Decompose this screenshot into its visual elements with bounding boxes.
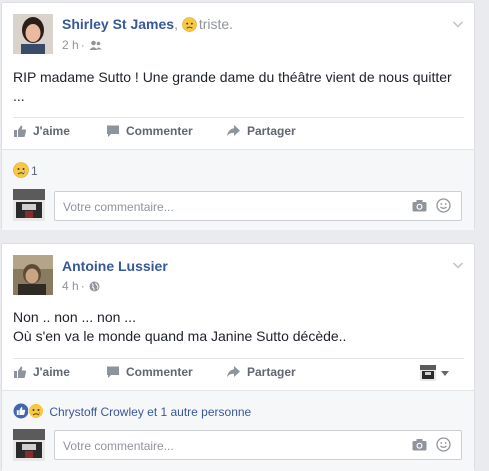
comment-icon [107,366,119,378]
emoji-icon[interactable] [436,198,451,218]
post-text-line: ... [13,88,25,104]
post-meta: 2 h · [62,38,102,54]
comment-input-box[interactable] [54,191,462,221]
post-text-line: Non .. non ... non ... [13,309,136,325]
post-card-1: Shirley St James, triste. 2 h · RIP madam… [1,2,475,230]
post-options-chevron-icon[interactable] [452,258,464,270]
post-actions: J'aime Commenter Partager [13,358,464,389]
react-as-selector[interactable] [420,364,454,382]
emoji-icon[interactable] [436,437,451,457]
post-time[interactable]: 4 h [62,279,79,293]
reaction-count: 1 [31,164,38,178]
dropdown-caret-icon [441,371,449,376]
share-label: Partager [247,124,296,138]
globe-icon[interactable] [89,281,100,295]
share-label: Partager [247,365,296,379]
comment-input[interactable] [61,197,395,217]
post-card-2: Antoine Lussier 4 h · Non .. non ... non … [1,243,475,471]
share-arrow-icon [227,125,240,137]
post-meta: 4 h · [62,279,100,295]
post-text-line: RIP madame Sutto ! Une grande dame du th… [13,69,452,85]
feeling-text: triste. [198,16,234,32]
post-time[interactable]: 2 h [62,38,79,52]
post-header: Antoine Lussier [62,258,168,274]
share-button[interactable]: Partager [226,124,296,138]
comment-input-box[interactable] [54,430,462,460]
author-name[interactable]: Antoine Lussier [62,258,168,274]
post-text: Non .. non ... non ... Où s'en va le mon… [13,308,464,346]
viewer-avatar[interactable] [13,189,45,221]
comment-composer [2,426,474,470]
thumbs-up-icon [14,366,27,378]
comment-input[interactable] [61,436,395,456]
post-text: RIP madame Sutto ! Une grande dame du th… [13,68,464,106]
author-avatar[interactable] [13,14,53,54]
reactions-summary[interactable]: 1 [13,162,38,181]
author-name[interactable]: Shirley St James [62,16,174,32]
like-reaction-icon [13,403,29,422]
sad-reaction-icon [28,403,44,422]
post-header: Shirley St James, triste. [62,16,233,35]
sad-emoji-icon [182,17,197,35]
like-label: J'aime [33,365,70,379]
comment-label: Commenter [126,365,193,379]
like-label: J'aime [33,124,70,138]
comment-button[interactable]: Commenter [106,124,193,138]
post-actions: J'aime Commenter Partager [13,117,464,148]
comment-button[interactable]: Commenter [106,365,193,379]
reactions-names[interactable]: Chrystoff Crowley et 1 autre personne [49,405,251,419]
post-text-line: Où s'en va le monde quand ma Janine Sutt… [13,328,347,344]
sad-reaction-icon [13,162,29,181]
thumbs-up-icon [14,125,27,137]
share-arrow-icon [227,366,240,378]
like-button[interactable]: J'aime [13,365,70,379]
reactions-summary[interactable]: Chrystoff Crowley et 1 autre personne [13,403,251,422]
like-button[interactable]: J'aime [13,124,70,138]
camera-icon[interactable] [412,199,427,217]
friends-icon[interactable] [89,40,102,54]
author-avatar[interactable] [13,255,53,295]
comment-icon [107,125,119,137]
share-button[interactable]: Partager [226,365,296,379]
post-options-chevron-icon[interactable] [452,17,464,29]
viewer-avatar[interactable] [13,429,45,461]
comment-label: Commenter [126,124,193,138]
comment-composer [2,187,474,227]
camera-icon[interactable] [412,438,427,456]
